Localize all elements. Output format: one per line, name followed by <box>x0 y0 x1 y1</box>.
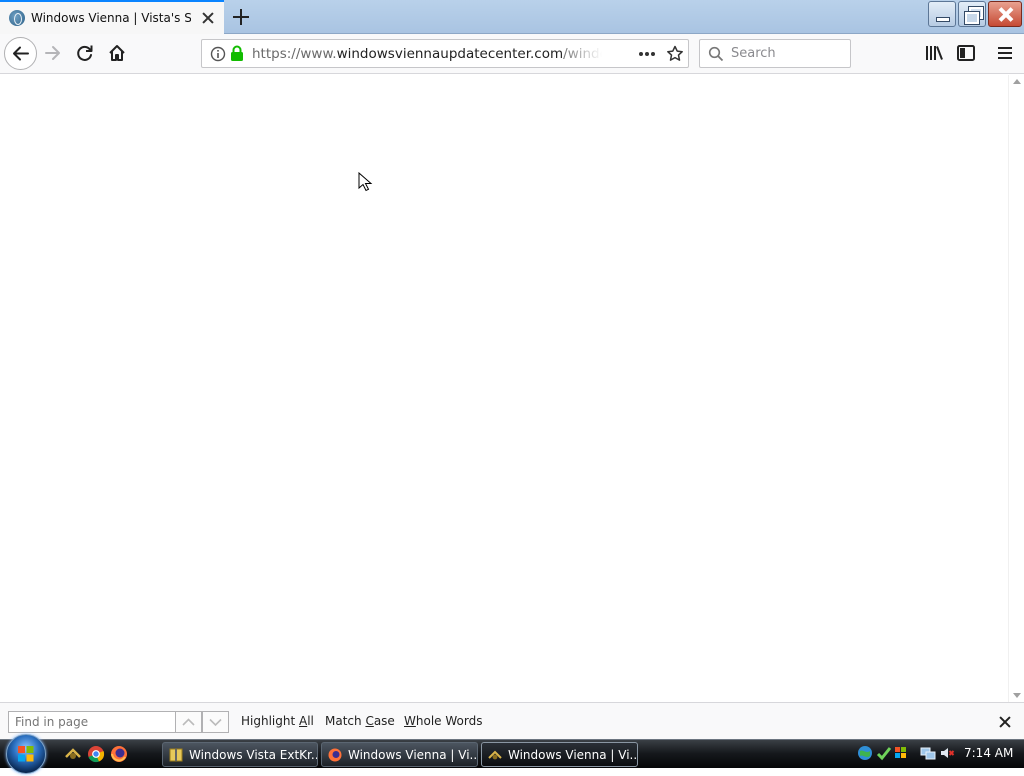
match-case-label-post: ase <box>373 714 395 728</box>
windows-taskbar: Windows Vista ExtKr... Windows Vienna | … <box>0 734 1024 774</box>
taskbar-button-label: Windows Vienna | Vi... <box>508 747 638 762</box>
security-check-tray-icon[interactable] <box>876 745 892 761</box>
wordpress-globe-icon <box>9 10 25 26</box>
new-tab-plus-icon[interactable] <box>230 6 252 28</box>
vertical-scrollbar[interactable] <box>1008 75 1024 702</box>
back-arrow-icon <box>13 46 29 61</box>
window-controls <box>928 1 1022 27</box>
find-bar: Highlight All Match Case Whole Words <box>0 702 1024 739</box>
whole-words-label-post: hole Words <box>415 714 483 728</box>
url-text[interactable]: https://www.windowsviennaupdatecenter.co… <box>252 46 602 62</box>
find-in-page-input[interactable] <box>8 711 176 733</box>
search-icon <box>708 46 724 62</box>
mouse-pointer-icon <box>358 172 373 192</box>
highlight-all-toggle[interactable]: Highlight All <box>241 714 314 728</box>
taskbar-button-vista-extkr[interactable]: Windows Vista ExtKr... <box>162 742 318 767</box>
firefox-icon <box>328 748 342 761</box>
back-button[interactable] <box>4 37 37 70</box>
taskbar-button-label: Windows Vienna | Vi... <box>348 747 478 762</box>
volume-muted-tray-icon[interactable] <box>939 745 955 761</box>
url-prefix: https://www. <box>252 46 337 62</box>
address-bar[interactable]: https://www.windowsviennaupdatecenter.co… <box>201 39 689 68</box>
whole-words-accesskey: W <box>404 714 416 728</box>
network-tray-icon[interactable] <box>920 745 936 761</box>
secure-lock-icon[interactable] <box>230 45 244 62</box>
taskbar-button-vienna-app[interactable]: Windows Vienna | Vi... <box>481 742 638 767</box>
scroll-up-arrow-icon[interactable] <box>1013 79 1021 84</box>
chrome-icon[interactable] <box>87 745 105 763</box>
library-icon[interactable] <box>923 42 945 64</box>
vienna-app-icon <box>488 750 502 759</box>
update-globe-tray-icon[interactable] <box>857 745 873 761</box>
highlight-all-label-pre: Highlight <box>241 714 299 728</box>
system-clock[interactable]: 7:14 AM <box>964 746 1013 760</box>
chevron-down-icon <box>209 718 222 727</box>
tab-active[interactable]: Windows Vienna | Vista's Site <box>0 0 224 34</box>
whole-words-toggle[interactable]: Whole Words <box>404 714 482 728</box>
highlight-all-accesskey: A <box>299 714 308 728</box>
url-path: /windows- <box>563 46 602 62</box>
taskbar-button-label: Windows Vista ExtKr... <box>189 747 318 762</box>
search-placeholder: Search <box>731 46 776 61</box>
tab-close-icon[interactable] <box>201 11 215 25</box>
info-icon[interactable] <box>210 46 226 62</box>
page-actions-ellipsis-icon[interactable] <box>638 47 656 61</box>
match-case-toggle[interactable]: Match Case <box>325 714 395 728</box>
sidebar-icon[interactable] <box>955 42 977 64</box>
reload-icon[interactable] <box>74 42 96 64</box>
find-next-button[interactable] <box>202 711 229 733</box>
folder-zip-icon <box>169 748 183 761</box>
match-case-accesskey: C <box>365 714 374 728</box>
minimize-button[interactable] <box>928 1 956 27</box>
tab-title: Windows Vienna | Vista's Site <box>31 11 191 25</box>
start-button[interactable] <box>6 734 46 774</box>
hamburger-menu-icon[interactable] <box>994 42 1016 64</box>
taskbar-button-firefox-vienna[interactable]: Windows Vienna | Vi... <box>321 742 478 767</box>
search-bar[interactable]: Search <box>699 39 851 68</box>
navigation-toolbar: https://www.windowsviennaupdatecenter.co… <box>0 34 1024 74</box>
highlight-all-label-post: ll <box>307 714 314 728</box>
windows-flag-tray-icon[interactable] <box>893 745 909 761</box>
match-case-label-pre: Match <box>325 714 366 728</box>
bookmark-star-icon[interactable] <box>666 45 684 63</box>
firefox-icon[interactable] <box>110 745 128 763</box>
chevron-up-icon <box>182 718 195 726</box>
close-window-button[interactable] <box>988 1 1022 27</box>
vienna-quicklaunch-icon[interactable] <box>64 745 82 763</box>
find-previous-button[interactable] <box>175 711 202 733</box>
restore-button[interactable] <box>958 1 986 27</box>
url-domain: windowsviennaupdatecenter.com <box>336 46 564 62</box>
scroll-down-arrow-icon[interactable] <box>1013 693 1021 698</box>
find-bar-close-icon[interactable] <box>998 715 1012 729</box>
forward-arrow-icon[interactable] <box>42 42 64 64</box>
page-content[interactable] <box>0 75 1008 702</box>
windows-logo-icon <box>18 746 34 762</box>
home-icon[interactable] <box>106 42 128 64</box>
tab-strip: Windows Vienna | Vista's Site <box>0 0 1024 34</box>
